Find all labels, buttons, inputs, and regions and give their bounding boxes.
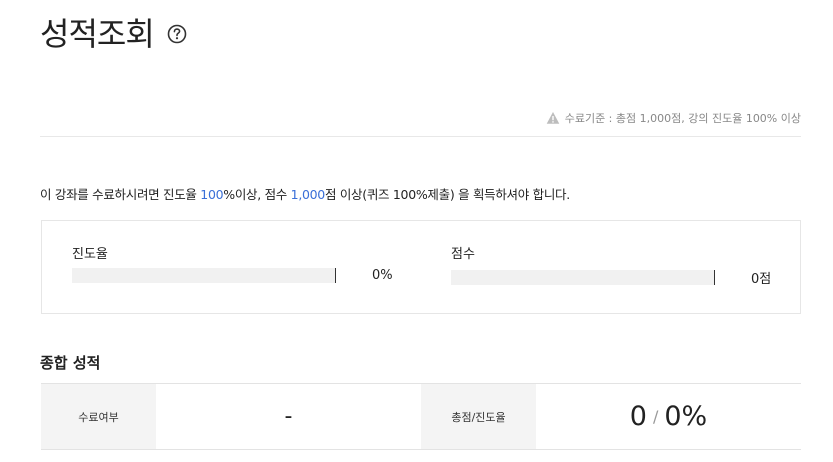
score-bar: [451, 270, 714, 285]
criteria-text: 수료기준 : 총점 1,000점, 강의 진도율 100% 이상: [564, 112, 801, 125]
separator: /: [652, 407, 659, 426]
completion-status-label: 수료여부: [41, 384, 156, 449]
completion-status-value: -: [284, 404, 293, 429]
completion-notice: 이 강좌를 수료하시려면 진도율 100%이상, 점수 1,000점 이상(퀴즈…: [40, 184, 570, 203]
notice-text: %이상, 점수: [223, 187, 291, 202]
completion-criteria: 수료기준 : 총점 1,000점, 강의 진도율 100% 이상: [546, 110, 801, 126]
progress-value: 0%: [372, 268, 393, 283]
notice-score-requirement: 1,000: [290, 187, 326, 202]
progress-panel: 진도율 0% 점수 0점: [41, 220, 801, 314]
total-score: 0: [629, 401, 647, 432]
score-label: 점수: [451, 247, 475, 262]
summary-table: 수료여부 - 총점/진도율 0 / 0%: [41, 383, 801, 450]
page-title: 성적조회: [40, 15, 155, 53]
notice-text: 점 이상(퀴즈 100%제출) 을 획득하셔야 합니다.: [324, 187, 570, 202]
total-score-progress-label: 총점/진도율: [421, 384, 536, 449]
progress-bar: [72, 268, 335, 283]
total-progress: 0%: [664, 401, 708, 432]
progress-metric: 진도율 0%: [72, 243, 393, 283]
question-circle-icon[interactable]: [166, 23, 188, 45]
score-value: 0점: [751, 272, 772, 287]
section-title: 종합 성적: [40, 354, 101, 372]
page-header: 성적조회: [40, 14, 188, 54]
score-metric: 점수 0점: [451, 243, 771, 287]
notice-text: 이 강좌를 수료하시려면 진도율: [40, 187, 201, 202]
notice-progress-requirement: 100: [200, 187, 224, 202]
divider: [40, 136, 801, 137]
warning-triangle-icon: [546, 111, 560, 125]
total-score-progress-value: 0 / 0%: [536, 384, 801, 449]
progress-label: 진도율: [72, 247, 108, 262]
